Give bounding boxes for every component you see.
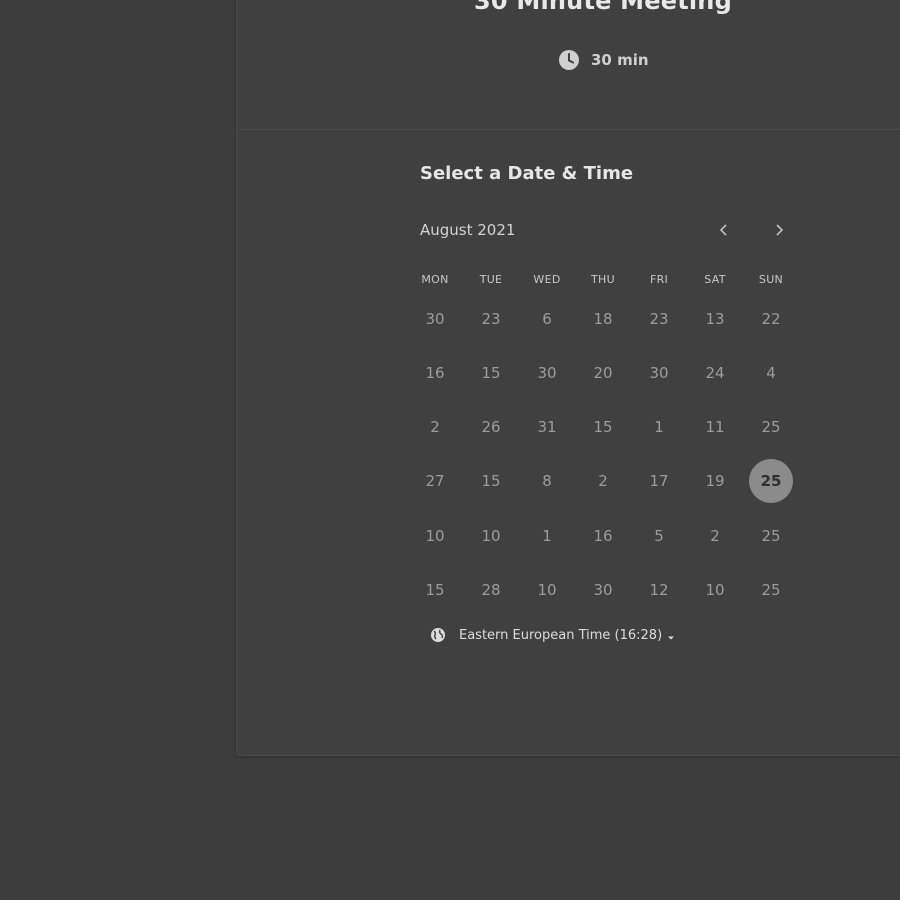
- month-label: August 2021: [420, 221, 516, 239]
- weekday-label-wed: WED: [533, 273, 561, 286]
- date-cell[interactable]: 4: [749, 351, 793, 395]
- date-cell[interactable]: 10: [413, 514, 457, 558]
- date-cell[interactable]: 23: [469, 297, 513, 341]
- previous-month-button[interactable]: [712, 219, 736, 243]
- chevron-left-icon: [719, 222, 729, 241]
- timezone-label: Eastern European Time (16:28): [459, 627, 663, 643]
- date-cell[interactable]: 6: [525, 297, 569, 341]
- date-cell[interactable]: 15: [469, 351, 513, 395]
- date-cell[interactable]: 25: [749, 405, 793, 449]
- date-cell[interactable]: 2: [693, 514, 737, 558]
- caret-down-icon: [667, 631, 675, 640]
- meeting-duration: 30 min: [558, 49, 649, 71]
- date-cell[interactable]: 10: [469, 514, 513, 558]
- selected-date-cell[interactable]: 25: [749, 459, 793, 503]
- date-cell[interactable]: 1: [525, 514, 569, 558]
- date-cell[interactable]: 15: [581, 405, 625, 449]
- date-cell[interactable]: 20: [581, 351, 625, 395]
- date-cell[interactable]: 19: [693, 459, 737, 503]
- date-cell[interactable]: 13: [693, 297, 737, 341]
- globe-icon: [430, 627, 446, 643]
- date-cell[interactable]: 16: [581, 514, 625, 558]
- date-cell[interactable]: 11: [693, 405, 737, 449]
- date-cell[interactable]: 25: [749, 568, 793, 612]
- weekday-label-fri: FRI: [649, 273, 669, 286]
- weekday-label-mon: MON: [421, 273, 449, 286]
- date-cell[interactable]: 26: [469, 405, 513, 449]
- date-cell[interactable]: 15: [469, 459, 513, 503]
- date-cell[interactable]: 30: [581, 568, 625, 612]
- date-cell[interactable]: 23: [637, 297, 681, 341]
- meeting-title: 30 Minute Meeting: [474, 0, 732, 15]
- weekday-label-sat: SAT: [704, 273, 726, 286]
- chevron-right-icon: [774, 222, 784, 241]
- weekday-label-thu: THU: [591, 273, 615, 286]
- date-cell[interactable]: 1: [637, 405, 681, 449]
- date-cell[interactable]: 30: [525, 351, 569, 395]
- date-cell[interactable]: 18: [581, 297, 625, 341]
- date-cell[interactable]: 24: [693, 351, 737, 395]
- date-cell[interactable]: 16: [413, 351, 457, 395]
- date-cell[interactable]: 10: [525, 568, 569, 612]
- date-cell[interactable]: 25: [749, 514, 793, 558]
- weekday-label-sun: SUN: [758, 273, 784, 286]
- date-cell[interactable]: 17: [637, 459, 681, 503]
- date-cell[interactable]: 22: [749, 297, 793, 341]
- date-cell[interactable]: 27: [413, 459, 457, 503]
- booking-card: 30 Minute Meeting 30 min Select a Date &…: [236, 0, 900, 756]
- next-month-button[interactable]: [767, 219, 791, 243]
- date-cell[interactable]: 30: [413, 297, 457, 341]
- clock-icon: [558, 49, 580, 71]
- section-title: Select a Date & Time: [420, 163, 634, 184]
- duration-label: 30 min: [591, 51, 649, 69]
- date-cell[interactable]: 12: [637, 568, 681, 612]
- date-cell[interactable]: 15: [413, 568, 457, 612]
- date-cell[interactable]: 28: [469, 568, 513, 612]
- date-cell[interactable]: 10: [693, 568, 737, 612]
- date-cell[interactable]: 2: [581, 459, 625, 503]
- event-header: 30 Minute Meeting 30 min: [237, 0, 900, 130]
- date-cell[interactable]: 2: [413, 405, 457, 449]
- weekday-label-tue: TUE: [479, 273, 503, 286]
- date-cell[interactable]: 8: [525, 459, 569, 503]
- date-cell[interactable]: 30: [637, 351, 681, 395]
- date-cell[interactable]: 31: [525, 405, 569, 449]
- timezone-selector[interactable]: Eastern European Time (16:28): [430, 627, 675, 643]
- date-cell[interactable]: 5: [637, 514, 681, 558]
